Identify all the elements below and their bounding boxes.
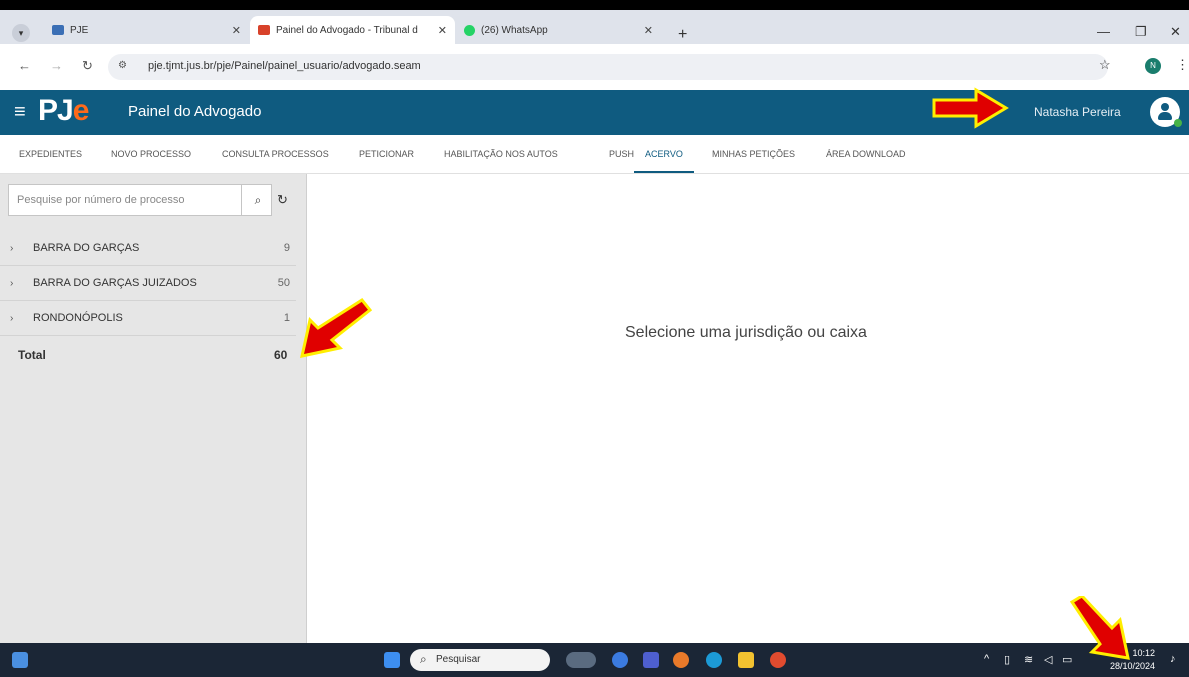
tab-label: Painel do Advogado - Tribunal d bbox=[276, 24, 418, 36]
annotation-arrow-icon bbox=[932, 87, 1009, 129]
jurisdiction-sidebar: Pesquise por número de processo ⌕ ↻ › BA… bbox=[0, 174, 307, 643]
usb-icon[interactable]: ▯ bbox=[1004, 653, 1010, 666]
main-nav: EXPEDIENTES NOVO PROCESSO CONSULTA PROCE… bbox=[0, 135, 1189, 174]
browser-tab-pje[interactable]: PJE ✕ bbox=[44, 16, 249, 44]
chevron-right-icon: › bbox=[10, 278, 14, 289]
url-text[interactable]: pje.tjmt.jus.br/pje/Painel/painel_usuari… bbox=[148, 60, 421, 72]
nav-area-download[interactable]: ÁREA DOWNLOAD bbox=[826, 149, 906, 159]
bookmark-star-icon[interactable]: ☆ bbox=[1099, 57, 1111, 73]
nav-peticionar[interactable]: PETICIONAR bbox=[359, 149, 414, 159]
chevron-right-icon: › bbox=[10, 313, 14, 324]
close-icon[interactable]: ✕ bbox=[232, 24, 241, 37]
pje-logo[interactable]: PJe bbox=[38, 94, 89, 128]
total-label: Total bbox=[18, 348, 46, 362]
page-title: Painel do Advogado bbox=[128, 103, 262, 120]
tray-chevron-icon[interactable]: ^ bbox=[984, 653, 989, 665]
nav-acervo[interactable]: ACERVO bbox=[645, 149, 683, 159]
minimize-button[interactable]: — bbox=[1097, 24, 1110, 39]
search-icon: ⌕ bbox=[420, 652, 427, 666]
copilot-icon[interactable] bbox=[612, 652, 628, 668]
process-search-input[interactable]: Pesquise por número de processo bbox=[17, 194, 185, 206]
wifi-icon[interactable]: ≋ bbox=[1024, 653, 1033, 666]
windows-start-icon[interactable] bbox=[384, 652, 400, 668]
whatsapp-icon bbox=[464, 24, 475, 36]
notification-bell-icon[interactable]: ♪ bbox=[1170, 653, 1176, 665]
refresh-icon[interactable]: ↻ bbox=[277, 192, 288, 208]
list-item[interactable]: › RONDONÓPOLIS 1 bbox=[0, 301, 296, 336]
browser-menu-icon[interactable]: ⋮ bbox=[1176, 57, 1189, 73]
profile-avatar[interactable]: N bbox=[1145, 58, 1161, 74]
nav-novo-processo[interactable]: NOVO PROCESSO bbox=[111, 149, 191, 159]
annotation-arrow-icon bbox=[300, 298, 372, 358]
windows-taskbar: ⌕ Pesquisar ^ ▯ ≋ ◁ ▭ 10:12 28/10/2024 ♪ bbox=[0, 643, 1189, 677]
address-bar: ← → ↻ ⚙ pje.tjmt.jus.br/pje/Painel/paine… bbox=[0, 44, 1189, 91]
total-value: 60 bbox=[274, 348, 288, 362]
list-item[interactable]: › BARRA DO GARÇAS 9 bbox=[0, 231, 296, 266]
site-info-icon[interactable]: ⚙ bbox=[118, 60, 127, 71]
chevron-right-icon: › bbox=[10, 243, 14, 254]
chrome-icon[interactable] bbox=[770, 652, 786, 668]
top-edge bbox=[0, 0, 1189, 10]
nav-push[interactable]: PUSH bbox=[609, 149, 634, 159]
restore-button[interactable]: ❐ bbox=[1135, 24, 1147, 40]
teams-icon[interactable] bbox=[643, 652, 659, 668]
nav-expedientes[interactable]: EXPEDIENTES bbox=[19, 149, 82, 159]
back-button[interactable]: ← bbox=[18, 58, 31, 73]
active-tab-indicator bbox=[634, 171, 694, 173]
close-icon[interactable]: ✕ bbox=[438, 24, 447, 37]
annotation-arrow-icon bbox=[1069, 596, 1130, 660]
process-search-box: Pesquise por número de processo ⌕ bbox=[8, 184, 272, 216]
user-name[interactable]: Natasha Pereira bbox=[1034, 105, 1121, 119]
pje-favicon-icon bbox=[258, 25, 270, 35]
taskbar-search[interactable]: ⌕ Pesquisar bbox=[410, 649, 550, 671]
close-icon[interactable]: ✕ bbox=[644, 24, 653, 37]
edge-icon[interactable] bbox=[706, 652, 722, 668]
tab-label: (26) WhatsApp bbox=[481, 24, 548, 36]
browser-tab-strip: ▾ PJE ✕ Painel do Advogado - Tribunal d … bbox=[0, 10, 1189, 44]
empty-state-message: Selecione uma jurisdição ou caixa bbox=[625, 324, 867, 341]
menu-hamburger-icon[interactable]: ≡ bbox=[14, 101, 26, 124]
list-item[interactable]: › BARRA DO GARÇAS JUIZADOS 50 bbox=[0, 266, 296, 301]
browser-tab-whatsapp[interactable]: (26) WhatsApp ✕ bbox=[456, 16, 661, 44]
browser-tab-painel[interactable]: Painel do Advogado - Tribunal d ✕ bbox=[250, 16, 455, 44]
tab-label: PJE bbox=[70, 24, 89, 36]
user-avatar-icon[interactable] bbox=[1150, 97, 1182, 127]
tab-search-icon[interactable]: ▾ bbox=[12, 24, 30, 42]
online-status-icon bbox=[1174, 119, 1182, 127]
news-widget-icon[interactable] bbox=[566, 652, 596, 668]
main-content: Selecione uma jurisdição ou caixa bbox=[307, 174, 1189, 643]
nav-consulta-processos[interactable]: CONSULTA PROCESSOS bbox=[222, 149, 329, 159]
firefox-icon[interactable] bbox=[673, 652, 689, 668]
volume-icon[interactable]: ◁ bbox=[1044, 653, 1052, 666]
reload-button[interactable]: ↻ bbox=[82, 58, 93, 74]
search-button[interactable]: ⌕ bbox=[241, 185, 274, 215]
nav-minhas-peticoes[interactable]: MINHAS PETIÇÕES bbox=[712, 149, 795, 159]
file-explorer-icon[interactable] bbox=[738, 652, 754, 668]
pje-favicon-icon bbox=[52, 25, 64, 35]
app-header: ≡ PJe Painel do Advogado Natasha Pereira bbox=[0, 90, 1189, 135]
window-close-button[interactable]: ✕ bbox=[1170, 24, 1181, 40]
widgets-icon[interactable] bbox=[12, 652, 28, 668]
forward-button[interactable]: → bbox=[50, 58, 63, 73]
nav-habilitacao[interactable]: HABILITAÇÃO NOS AUTOS bbox=[444, 149, 558, 159]
new-tab-button[interactable]: + bbox=[678, 26, 687, 44]
